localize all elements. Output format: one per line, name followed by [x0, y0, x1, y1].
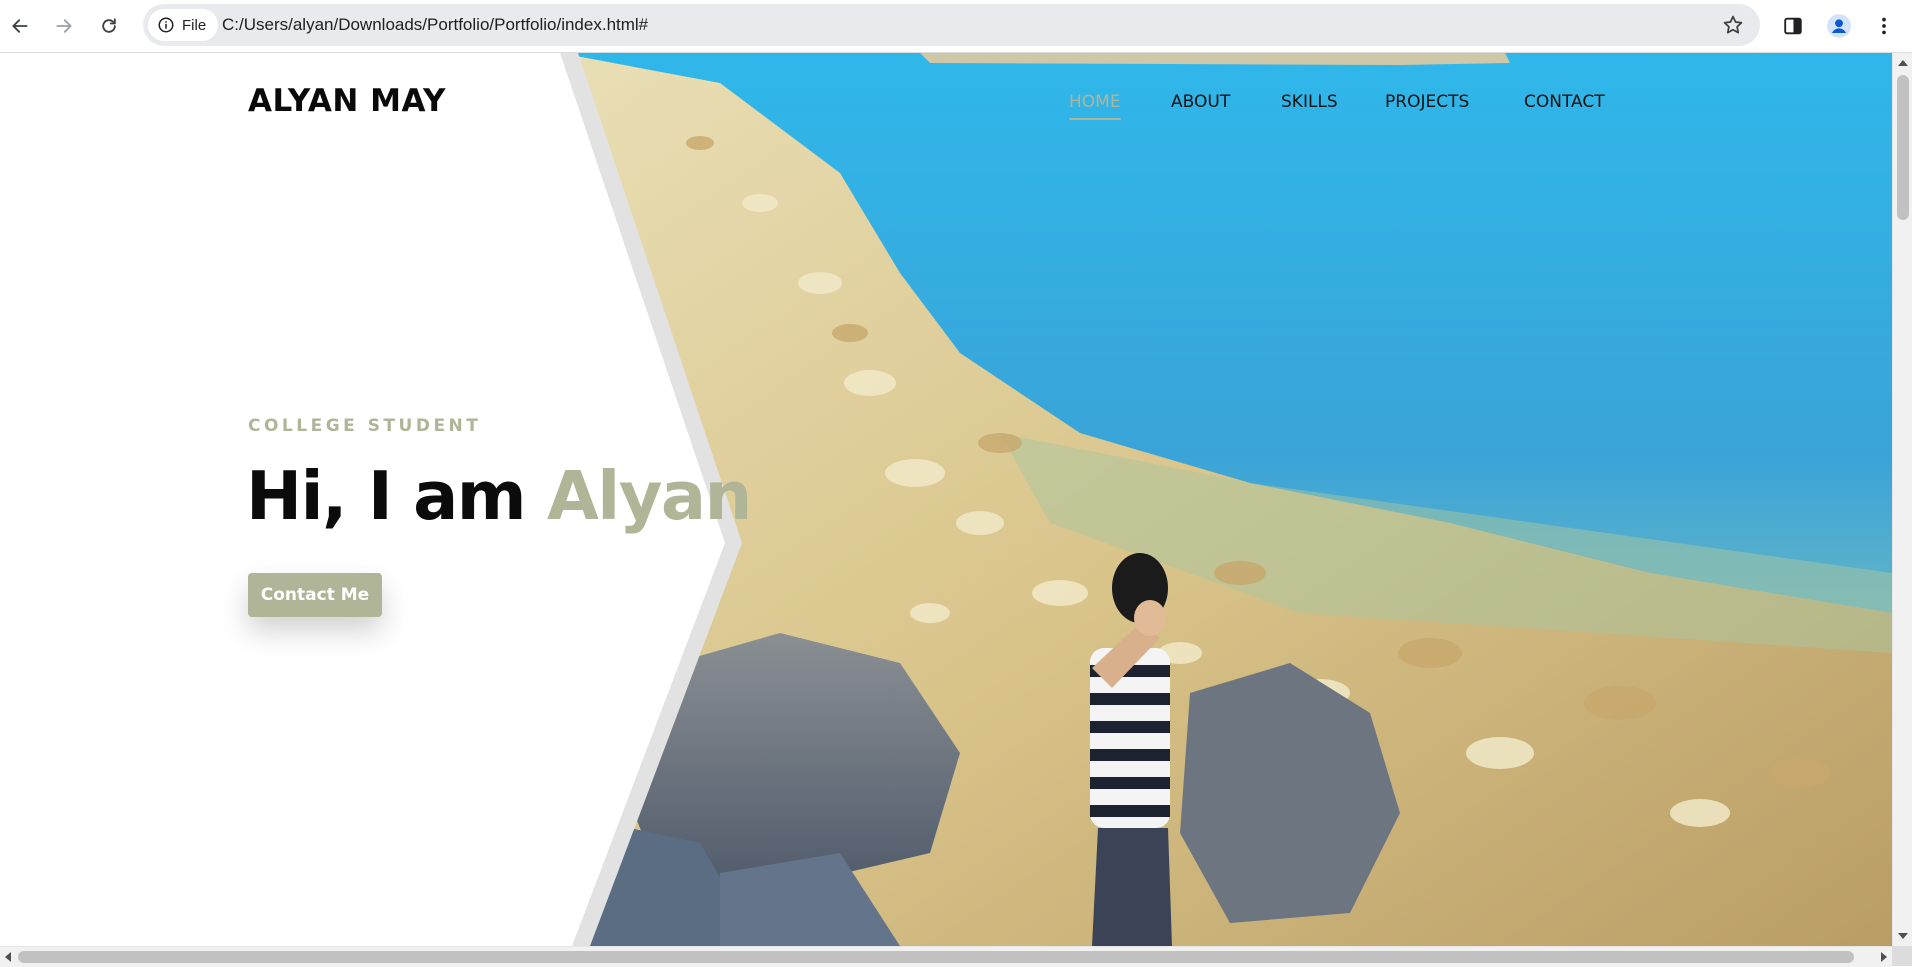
arrow-left-icon — [12, 19, 28, 33]
horizontal-scroll-thumb[interactable] — [18, 951, 1854, 963]
forward-button[interactable] — [46, 8, 82, 44]
nav-about[interactable]: ABOUT — [1171, 92, 1230, 112]
page-viewport: ALYAN MAY HOME ABOUT SKILLS PROJECTS CON… — [0, 53, 1892, 946]
browser-menu-button[interactable] — [1866, 8, 1902, 44]
vertical-scroll-thumb[interactable] — [1897, 75, 1909, 220]
reload-icon — [102, 18, 116, 33]
side-panel-button[interactable] — [1775, 8, 1811, 44]
back-button[interactable] — [2, 8, 38, 44]
headline-name: Alyan — [546, 457, 752, 535]
contact-me-button[interactable]: Contact Me — [248, 573, 382, 617]
profile-button[interactable] — [1821, 8, 1857, 44]
star-icon[interactable] — [1722, 14, 1744, 36]
nav-contact[interactable]: CONTACT — [1524, 92, 1605, 112]
nav-home[interactable]: HOME — [1069, 92, 1121, 120]
main-nav: HOME ABOUT SKILLS PROJECTS CONTACT — [0, 92, 1892, 122]
address-bar[interactable]: File C:/Users/alyan/Downloads/Portfolio/… — [143, 4, 1760, 46]
nav-projects[interactable]: PROJECTS — [1385, 92, 1469, 112]
hero-headline: Hi, I am Alyan — [246, 457, 752, 535]
vertical-scrollbar[interactable] — [1892, 53, 1912, 946]
reload-button[interactable] — [91, 8, 127, 44]
scroll-right-arrow-icon[interactable] — [1881, 952, 1887, 962]
arrow-right-icon — [56, 19, 72, 33]
info-icon — [158, 17, 174, 33]
profile-icon — [1827, 14, 1851, 38]
scroll-down-arrow-icon[interactable] — [1898, 933, 1908, 939]
headline-prefix: Hi, I am — [246, 457, 527, 535]
kebab-menu-icon — [1882, 17, 1886, 35]
side-panel-icon — [1784, 17, 1802, 35]
nav-skills[interactable]: SKILLS — [1281, 92, 1338, 112]
scroll-up-arrow-icon[interactable] — [1898, 60, 1908, 66]
site-info-button[interactable]: File — [148, 9, 219, 41]
browser-toolbar: File C:/Users/alyan/Downloads/Portfolio/… — [0, 0, 1912, 53]
hero-eyebrow: COLLEGE STUDENT — [248, 416, 482, 436]
horizontal-scrollbar[interactable] — [0, 946, 1892, 967]
site-info-label: File — [182, 16, 207, 34]
scroll-left-arrow-icon[interactable] — [5, 952, 11, 962]
url-text[interactable]: C:/Users/alyan/Downloads/Portfolio/Portf… — [222, 4, 648, 46]
scrollbar-corner — [1892, 946, 1912, 966]
